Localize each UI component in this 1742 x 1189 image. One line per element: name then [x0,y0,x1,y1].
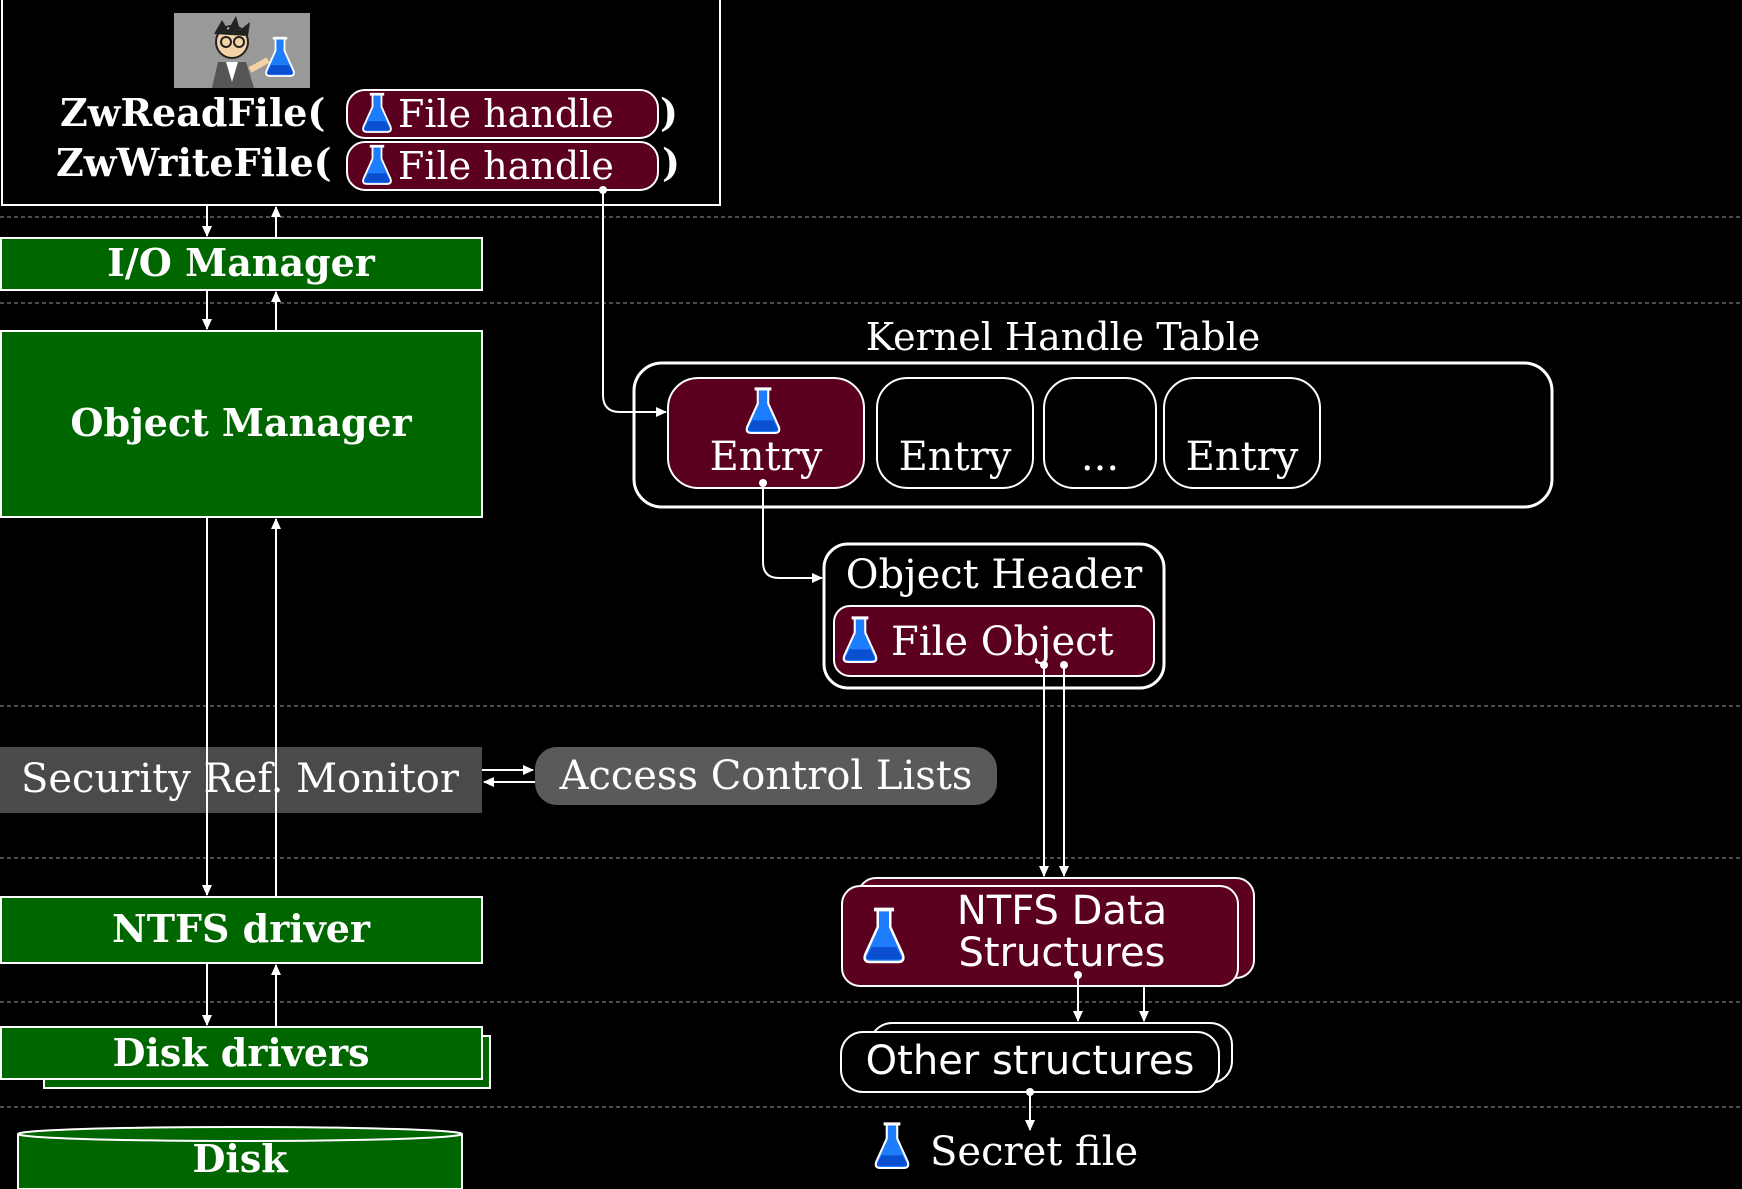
connector-dot [1060,661,1068,669]
connector-dot [1026,1088,1034,1096]
handle-entry: Entry [876,377,1034,489]
connector-dot [1040,661,1048,669]
read-handle-label: File handle [398,92,614,136]
write-handle-label: File handle [398,144,614,188]
ntfs-data-line1: NTFS Data [957,888,1167,934]
connector-dot [759,479,767,487]
read-file-handle: File handle [346,89,659,139]
flask-icon [874,1122,910,1170]
cartoon-avatar [174,13,310,88]
read-close-paren: ) [660,90,678,135]
acl-label: Access Control Lists [559,753,973,799]
handle-table-title: Kernel Handle Table [866,315,1261,359]
write-close-paren: ) [662,140,680,185]
read-call-label: ZwReadFile( [60,90,325,135]
write-file-handle: File handle [346,141,659,191]
write-call-label: ZwWriteFile( [56,140,332,185]
disk-label: Disk [192,1136,288,1181]
handle-entry-label: Entry [1186,434,1299,480]
ntfs-data-line2: Structures [959,930,1166,976]
ntfs-driver-label: NTFS driver [112,906,371,951]
handle-entry-ellipsis: ... [1043,377,1157,489]
object-header-title: Object Header [846,552,1143,598]
other-structures-box: Other structures [840,1022,1233,1093]
handle-entry-label: Entry [710,434,823,480]
connector-dot [599,186,607,194]
disk-drivers-label: Disk drivers [112,1030,369,1075]
file-object-label: File Object [891,619,1114,665]
secret-file-label: Secret file [930,1129,1138,1175]
handle-entry: Entry [1163,377,1321,489]
connector-dot [1074,971,1082,979]
file-object-box: File Object [833,605,1155,677]
ntfs-data-structures-box: NTFS Data Structures [841,877,1255,987]
architecture-diagram: ZwReadFile( File handle ) ZwWriteFile( F… [0,0,1742,1189]
object-manager-label: Object Manager [70,400,412,445]
handle-entry-label: Entry [899,434,1012,480]
io-manager-label: I/O Manager [107,240,376,285]
security-monitor-label: Security Ref. Monitor [21,756,460,802]
handle-entry-label: ... [1081,434,1119,480]
handle-entry-active: Entry [667,377,865,489]
other-structures-label: Other structures [866,1038,1195,1084]
